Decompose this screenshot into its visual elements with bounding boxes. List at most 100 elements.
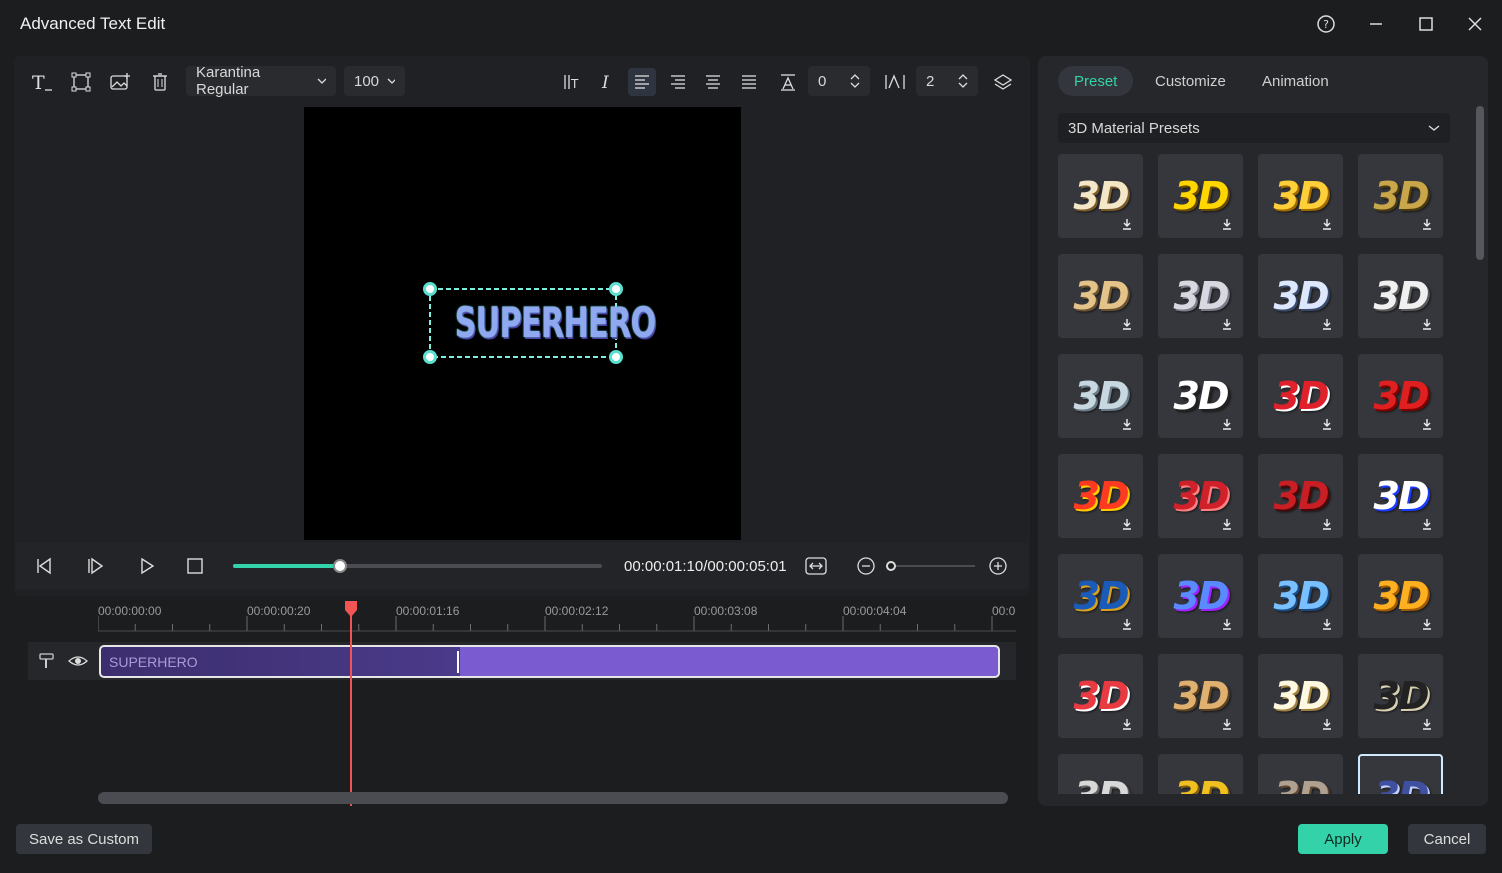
download-icon[interactable]: [1419, 316, 1435, 332]
preset-tile[interactable]: 3D: [1158, 254, 1243, 338]
preset-tile[interactable]: 3D: [1058, 554, 1143, 638]
download-icon[interactable]: [1119, 616, 1135, 632]
download-icon[interactable]: [1219, 316, 1235, 332]
preset-tile[interactable]: 3D: [1358, 154, 1443, 238]
download-icon[interactable]: [1419, 416, 1435, 432]
align-justify-icon[interactable]: [735, 68, 763, 96]
preset-tile[interactable]: 3D: [1358, 554, 1443, 638]
preset-tile[interactable]: 3D: [1058, 154, 1143, 238]
apply-button[interactable]: Apply: [1298, 824, 1388, 854]
preset-tile[interactable]: 3D: [1258, 654, 1343, 738]
char-spacing-stepper[interactable]: 0: [808, 66, 870, 96]
fit-timeline-icon[interactable]: [804, 555, 828, 582]
preset-tile[interactable]: 3D: [1358, 654, 1443, 738]
stop-icon[interactable]: [186, 557, 204, 580]
align-left-icon[interactable]: [628, 68, 656, 96]
tab-customize[interactable]: Customize: [1139, 66, 1242, 96]
add-image-icon[interactable]: [106, 68, 134, 96]
download-icon[interactable]: [1219, 416, 1235, 432]
preview-canvas[interactable]: SUPERHERO: [304, 107, 741, 540]
progress-track[interactable]: [233, 559, 602, 573]
download-icon[interactable]: [1419, 716, 1435, 732]
download-icon[interactable]: [1119, 316, 1135, 332]
resize-handle[interactable]: [423, 282, 437, 296]
download-icon[interactable]: [1319, 616, 1335, 632]
preset-tile[interactable]: 3D: [1358, 454, 1443, 538]
progress-handle[interactable]: [333, 559, 347, 573]
layers-icon[interactable]: [989, 68, 1017, 96]
zoom-slider[interactable]: [886, 561, 975, 571]
preset-tile[interactable]: 3D: [1358, 754, 1443, 794]
preset-tile[interactable]: 3D: [1158, 354, 1243, 438]
preset-tile[interactable]: 3D: [1258, 154, 1343, 238]
download-icon[interactable]: [1119, 716, 1135, 732]
add-shape-icon[interactable]: [67, 68, 95, 96]
prev-frame-icon[interactable]: [34, 556, 54, 581]
preset-tile[interactable]: 3D: [1158, 154, 1243, 238]
text-orientation-icon[interactable]: T: [559, 68, 587, 96]
download-icon[interactable]: [1119, 216, 1135, 232]
download-icon[interactable]: [1219, 616, 1235, 632]
font-size-select[interactable]: 100: [344, 66, 405, 96]
zoom-out-icon[interactable]: [856, 556, 876, 581]
italic-icon[interactable]: I: [593, 68, 621, 96]
timeline-ruler[interactable]: 00:00:00:00 00:00:00:20 00:00:01:16 00:0…: [98, 604, 1016, 634]
zoom-slider-handle[interactable]: [886, 561, 896, 571]
preset-tile[interactable]: 3D: [1158, 654, 1243, 738]
font-family-select[interactable]: Karantina Regular: [186, 64, 336, 98]
tab-animation[interactable]: Animation: [1246, 66, 1345, 96]
eye-icon[interactable]: [68, 653, 88, 674]
save-as-custom-button[interactable]: Save as Custom: [16, 824, 152, 854]
text-clip[interactable]: SUPERHERO: [99, 645, 1000, 678]
play-icon[interactable]: [137, 556, 157, 581]
minimize-icon[interactable]: [1364, 12, 1388, 36]
download-icon[interactable]: [1419, 216, 1435, 232]
preset-scrollbar[interactable]: [1476, 106, 1484, 260]
preset-category-select[interactable]: 3D Material Presets: [1058, 113, 1450, 143]
line-spacing-stepper[interactable]: 2: [916, 66, 978, 96]
help-icon[interactable]: ?: [1314, 12, 1338, 36]
tab-preset[interactable]: Preset: [1058, 66, 1134, 96]
preset-tile[interactable]: 3D: [1058, 254, 1143, 338]
preset-tile[interactable]: 3D: [1258, 254, 1343, 338]
preview-text[interactable]: SUPERHERO: [455, 293, 657, 353]
paint-brush-icon[interactable]: [38, 652, 56, 675]
cancel-button[interactable]: Cancel: [1408, 824, 1486, 854]
resize-handle[interactable]: [609, 282, 623, 296]
preset-tile[interactable]: 3D: [1358, 254, 1443, 338]
resize-handle[interactable]: [609, 350, 623, 364]
close-icon[interactable]: [1463, 12, 1487, 36]
download-icon[interactable]: [1219, 516, 1235, 532]
preset-tile[interactable]: 3D: [1258, 354, 1343, 438]
align-right-icon[interactable]: [664, 68, 692, 96]
align-center-icon[interactable]: [699, 68, 727, 96]
playhead-handle[interactable]: [344, 600, 358, 623]
preset-tile[interactable]: 3D: [1258, 754, 1343, 794]
download-icon[interactable]: [1319, 516, 1335, 532]
download-icon[interactable]: [1419, 516, 1435, 532]
zoom-in-icon[interactable]: [988, 556, 1008, 581]
resize-handle[interactable]: [423, 350, 437, 364]
download-icon[interactable]: [1419, 616, 1435, 632]
timeline-scrollbar[interactable]: [98, 792, 1008, 804]
preset-tile[interactable]: 3D: [1058, 754, 1143, 794]
playhead-line[interactable]: [350, 604, 352, 806]
download-icon[interactable]: [1319, 416, 1335, 432]
download-icon[interactable]: [1119, 516, 1135, 532]
maximize-icon[interactable]: [1414, 12, 1438, 36]
download-icon[interactable]: [1319, 716, 1335, 732]
preset-tile[interactable]: 3D: [1058, 454, 1143, 538]
preset-tile[interactable]: 3D: [1058, 654, 1143, 738]
download-icon[interactable]: [1319, 316, 1335, 332]
add-text-icon[interactable]: T: [28, 68, 56, 96]
preset-tile[interactable]: 3D: [1158, 554, 1243, 638]
preset-tile[interactable]: 3D: [1358, 354, 1443, 438]
preset-tile[interactable]: 3D: [1258, 454, 1343, 538]
preset-tile[interactable]: 3D: [1258, 554, 1343, 638]
next-frame-icon[interactable]: [86, 556, 106, 581]
download-icon[interactable]: [1319, 216, 1335, 232]
download-icon[interactable]: [1119, 416, 1135, 432]
preset-tile[interactable]: 3D: [1158, 754, 1243, 794]
preset-tile[interactable]: 3D: [1058, 354, 1143, 438]
character-spacing-icon[interactable]: [774, 68, 802, 96]
